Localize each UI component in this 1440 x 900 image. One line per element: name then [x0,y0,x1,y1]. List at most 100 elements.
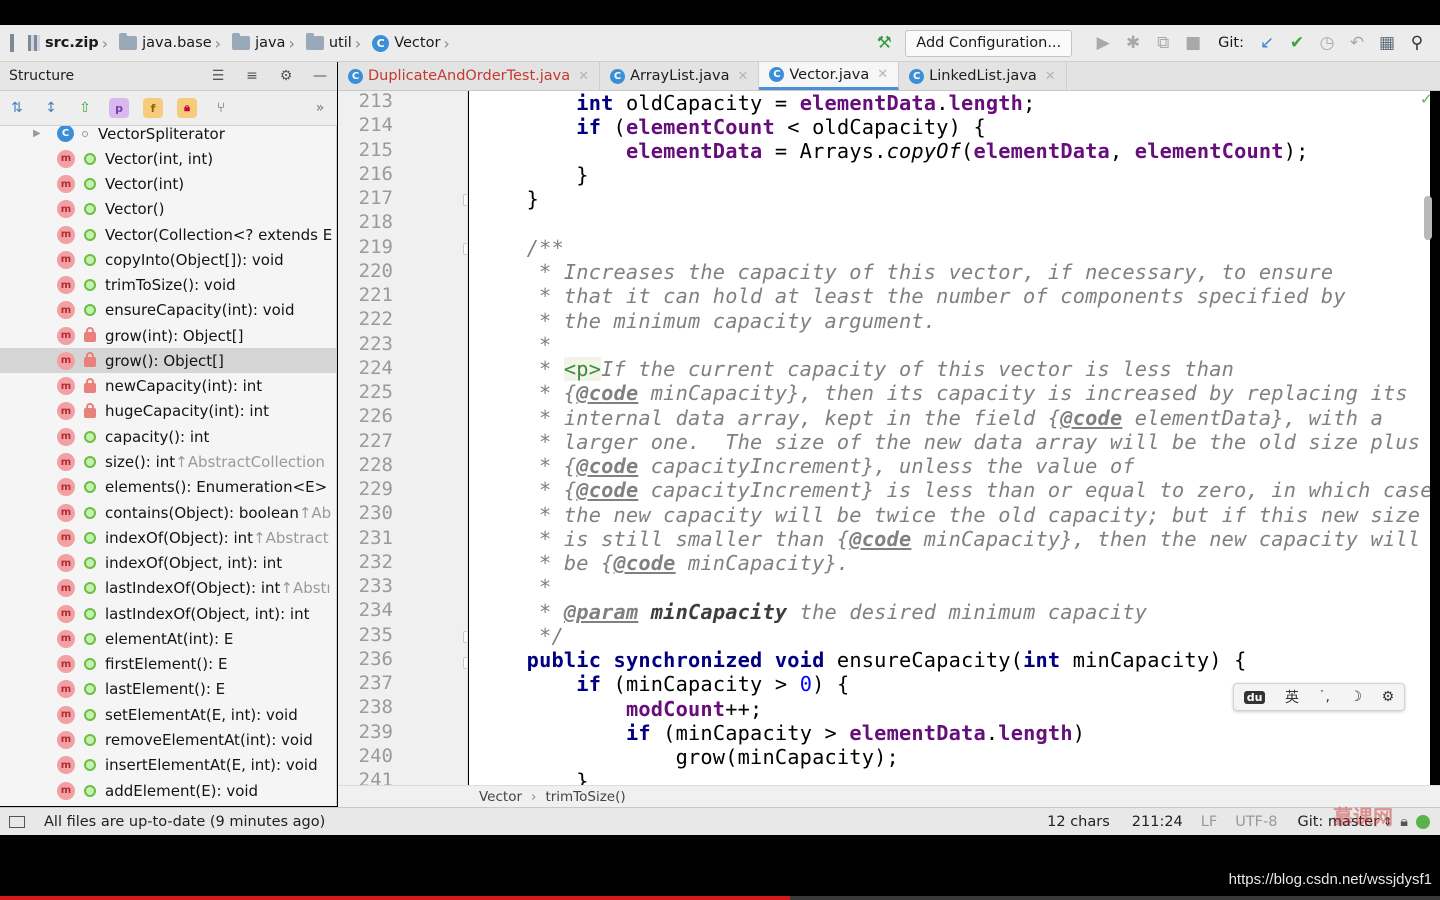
line-number[interactable]: 220 [338,260,393,282]
close-icon[interactable]: ✕ [578,69,589,84]
structure-item[interactable]: m contains(Object): boolean ↑Ab [0,500,336,525]
structure-item[interactable]: m elements(): Enumeration<E> [0,475,336,500]
run-icon[interactable]: ▶ [1088,28,1118,58]
tab-vector-java[interactable]: C Vector.java ✕ [759,62,900,90]
structure-item[interactable]: m firstElement(): E [0,652,336,677]
build-hammer-icon[interactable]: ⚒ [869,28,899,58]
line-number[interactable]: 230 [338,502,393,524]
structure-item[interactable]: m copyInto(Object[]): void [0,247,336,272]
line-number[interactable]: 237 [338,672,393,694]
line-number[interactable]: 223 [338,333,393,355]
structure-item[interactable]: m addElement(E): void [0,778,336,803]
structure-item[interactable]: m size(): int ↑AbstractCollection [0,450,336,475]
structure-item[interactable]: m trimToSize(): void [0,273,336,298]
sort-alphabetically-icon[interactable]: ↕ [34,93,68,123]
line-number[interactable]: 241 [338,769,393,785]
status-message[interactable]: All files are up-to-date (9 minutes ago) [44,814,1047,830]
video-progress-played[interactable] [0,896,790,900]
structure-item[interactable]: m elementAt(int): E [0,626,336,651]
structure-item[interactable]: m indexOf(Object): int ↑Abstract [0,525,336,550]
line-number[interactable]: 226 [338,405,393,427]
line-number[interactable]: 236 [338,648,393,670]
line-number[interactable]: 225 [338,381,393,403]
structure-item[interactable]: m removeElementAt(int): void [0,727,336,752]
line-number[interactable]: 228 [338,454,393,476]
punctuation-toggle[interactable]: ˙, [1319,689,1330,705]
line-separator[interactable]: LF [1201,814,1217,830]
line-number[interactable]: 240 [338,745,393,767]
structure-item[interactable]: m capacity(): int [0,424,336,449]
line-number[interactable]: 224 [338,357,393,379]
line-number[interactable]: 218 [338,211,393,233]
collapse-all-icon[interactable]: ≡ [235,61,269,91]
night-mode-icon[interactable]: ☽ [1350,689,1363,705]
fold-marker-icon[interactable] [463,657,467,669]
memory-indicator-icon[interactable] [1416,814,1430,829]
fold-marker-icon[interactable] [463,631,467,643]
structure-item[interactable]: m lastIndexOf(Object, int): int [0,601,336,626]
line-number[interactable]: 238 [338,696,393,718]
line-number[interactable]: 219 [338,236,393,258]
line-number[interactable]: 231 [338,527,393,549]
structure-item[interactable]: m grow(int): Object[] [0,323,336,348]
structure-item[interactable]: m Vector() [0,197,336,222]
structure-item[interactable]: m lastIndexOf(Object): int ↑Abstı [0,576,336,601]
tab-arraylist-java[interactable]: C ArrayList.java ✕ [600,62,760,90]
add-configuration-button[interactable]: Add Configuration... [905,29,1073,57]
breadcrumb-src-zip[interactable]: src.zip [18,25,101,61]
show-fields-icon[interactable]: f [136,93,170,123]
show-anonymous-icon[interactable]: ⑂ [204,93,238,123]
gear-icon[interactable]: ⚙ [269,61,303,91]
close-icon[interactable]: ✕ [877,67,888,82]
coverage-icon[interactable]: ⧉ [1148,28,1178,58]
sort-by-visibility-icon[interactable]: ⇅ [0,93,34,123]
structure-item[interactable]: m ensureCapacity(int): void [0,298,336,323]
show-inherited-icon[interactable]: ⇧ [68,93,102,123]
line-number[interactable]: 234 [338,599,393,621]
structure-item[interactable]: ▶ C VectorSpliterator [0,126,336,146]
fold-marker-icon[interactable] [463,194,467,206]
structure-item[interactable]: m hugeCapacity(int): int [0,399,336,424]
structure-item[interactable]: m setElementAt(E, int): void [0,702,336,727]
editor-breadcrumb-method[interactable]: trimToSize() [545,789,625,805]
structure-item[interactable]: m Vector(Collection<? extends E [0,222,336,247]
structure-item[interactable]: m Vector(int, int) [0,146,336,171]
editor-scrollbar[interactable] [1424,196,1432,240]
line-number[interactable]: 239 [338,721,393,743]
tab-duplicateandordertest-java[interactable]: C DuplicateAndOrderTest.java ✕ [338,62,601,90]
line-number[interactable]: 216 [338,163,393,185]
line-number[interactable]: 235 [338,624,393,646]
line-number[interactable]: 222 [338,308,393,330]
line-number[interactable]: 213 [338,91,393,112]
search-icon[interactable]: ⚲ [1402,28,1432,58]
baidu-ime-icon[interactable]: du [1243,690,1266,704]
close-icon[interactable]: ✕ [737,69,748,84]
project-structure-icon[interactable]: ▦ [1372,28,1402,58]
breadcrumb-util[interactable]: util [296,25,354,61]
breadcrumb-java[interactable]: java [222,25,287,61]
line-number[interactable]: 215 [338,139,393,161]
line-number[interactable]: 232 [338,551,393,573]
inspection-ok-icon[interactable]: ✓ [1420,90,1433,108]
line-number[interactable]: 227 [338,430,393,452]
code-editor[interactable]: int oldCapacity = elementData.length; if… [469,91,1430,785]
line-number[interactable]: 214 [338,114,393,136]
line-number[interactable]: 217 [338,187,393,209]
stop-icon[interactable]: ■ [1178,28,1208,58]
show-properties-icon[interactable]: p [102,93,136,123]
fold-marker-icon[interactable] [463,243,467,255]
hide-panel-icon[interactable]: — [303,61,337,91]
file-encoding[interactable]: UTF-8 [1235,814,1277,830]
tab-linkedlist-java[interactable]: C LinkedList.java ✕ [899,62,1067,90]
caret-position[interactable]: 211:24 [1132,814,1183,830]
expand-all-icon[interactable]: ☰ [201,61,235,91]
lock-icon[interactable]: 🔒︎ [1400,814,1408,830]
language-toggle[interactable]: 英 [1285,687,1299,707]
more-icon[interactable]: » [303,93,337,123]
gear-icon[interactable]: ⚙ [1382,689,1395,705]
git-update-icon[interactable]: ↙ [1252,28,1282,58]
structure-item[interactable]: m insertElementAt(E, int): void [0,753,336,778]
editor-breadcrumb-class[interactable]: Vector [479,789,522,805]
toggle-tool-windows-icon[interactable] [9,815,25,828]
line-number[interactable]: 221 [338,284,393,306]
